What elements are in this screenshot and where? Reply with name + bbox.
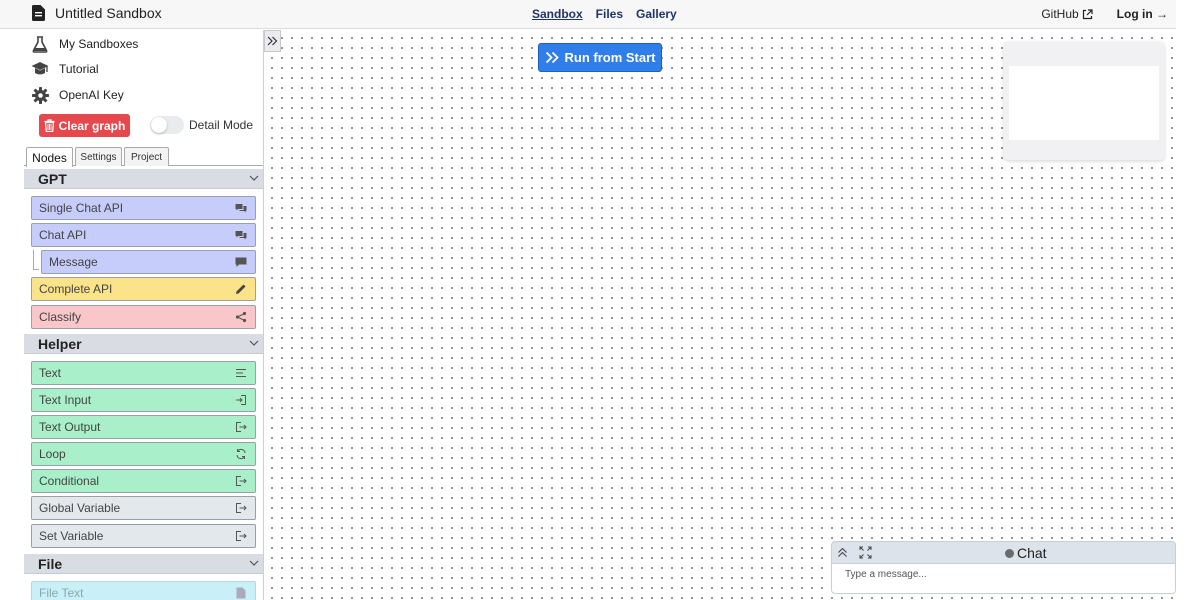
- pencil-icon: [235, 283, 247, 295]
- file-icon: [235, 587, 247, 599]
- node-label: Classify: [39, 310, 82, 324]
- menu-tutorial[interactable]: Tutorial: [31, 60, 99, 78]
- trash-icon: [44, 119, 55, 132]
- header-right: GitHub Log in →: [1041, 7, 1168, 21]
- menu-my-sandboxes[interactable]: My Sandboxes: [31, 35, 138, 53]
- sign-out-icon: [235, 530, 247, 542]
- minimap[interactable]: [1004, 42, 1164, 160]
- sidebar-tabs: Nodes Settings Project: [24, 146, 263, 167]
- node-complete-api[interactable]: Complete API: [31, 277, 256, 301]
- section-file[interactable]: File: [24, 554, 263, 574]
- toggle-knob: [151, 117, 167, 133]
- nav-sandbox[interactable]: Sandbox: [532, 7, 583, 21]
- chat-message-input[interactable]: Type a message...: [831, 563, 1176, 594]
- node-label: Complete API: [39, 282, 113, 296]
- app-title-area: Untitled Sandbox: [32, 5, 162, 21]
- clear-graph-label: Clear graph: [58, 118, 126, 133]
- tab-project[interactable]: Project: [124, 147, 169, 166]
- login-link[interactable]: Log in →: [1117, 7, 1168, 21]
- node-label: Text Output: [39, 420, 101, 434]
- top-header: Untitled Sandbox Sandbox Files Gallery G…: [0, 0, 1176, 29]
- menu-label: OpenAI Key: [59, 88, 124, 102]
- run-from-start-button[interactable]: Run from Start: [538, 43, 662, 72]
- chevron-down-icon: [249, 340, 259, 346]
- sign-out-icon: [235, 421, 247, 433]
- sandbox-title[interactable]: Untitled Sandbox: [55, 5, 162, 21]
- node-global-variable[interactable]: Global Variable: [31, 496, 256, 520]
- chat-bubbles-icon: [235, 202, 247, 214]
- menu-label: My Sandboxes: [59, 37, 139, 51]
- node-label: Conditional: [39, 474, 100, 488]
- main-nav: Sandbox Files Gallery: [532, 7, 677, 21]
- node-label: File Text: [39, 586, 84, 600]
- section-gpt[interactable]: GPT: [24, 169, 263, 189]
- chat-bubbles-icon: [235, 229, 247, 241]
- double-chevron-right-icon: [267, 36, 278, 46]
- menu-openai-key[interactable]: OpenAI Key: [31, 86, 124, 104]
- node-label: Set Variable: [39, 529, 104, 543]
- node-label: Global Variable: [39, 501, 121, 515]
- node-conditional[interactable]: Conditional: [31, 469, 256, 493]
- node-label: Single Chat API: [39, 201, 124, 215]
- menu-label: Tutorial: [59, 62, 99, 76]
- refresh-icon: [235, 448, 247, 460]
- section-title: GPT: [38, 170, 67, 187]
- sign-in-icon: [235, 394, 247, 406]
- external-link-icon: [1082, 8, 1093, 19]
- nav-files[interactable]: Files: [596, 7, 623, 21]
- minimap-viewport: [1009, 66, 1159, 140]
- node-label: Chat API: [39, 228, 87, 242]
- message-bubble-icon: [235, 256, 247, 268]
- graph-canvas[interactable]: Run from Start: [264, 30, 1176, 600]
- flask-icon: [31, 35, 49, 53]
- collapse-sidebar-button[interactable]: [264, 30, 281, 52]
- node-chat-api[interactable]: Chat API: [31, 223, 256, 247]
- node-message[interactable]: Message: [41, 250, 256, 274]
- node-label: Message: [49, 255, 98, 269]
- node-classify[interactable]: Classify: [31, 305, 256, 329]
- chat-title-text: Chat: [1017, 545, 1047, 561]
- node-single-chat-api[interactable]: Single Chat API: [31, 196, 256, 220]
- node-text-output[interactable]: Text Output: [31, 415, 256, 439]
- sidebar: My Sandboxes Tutorial OpenAI Key Clear g…: [24, 30, 264, 600]
- share-icon: [235, 311, 247, 323]
- tree-connector: [33, 250, 39, 270]
- detail-mode-toggle[interactable]: [150, 116, 184, 134]
- section-helper[interactable]: Helper: [24, 334, 263, 354]
- sign-out-icon: [235, 475, 247, 487]
- expand-icon[interactable]: [858, 545, 873, 560]
- node-label: Loop: [39, 447, 66, 461]
- double-chevron-right-icon: [545, 51, 559, 64]
- section-title: File: [38, 555, 63, 572]
- node-text-input[interactable]: Text Input: [31, 388, 256, 412]
- tab-settings[interactable]: Settings: [75, 147, 122, 166]
- node-loop[interactable]: Loop: [31, 442, 256, 466]
- node-set-variable[interactable]: Set Variable: [31, 524, 256, 548]
- detail-mode-label: Detail Mode: [189, 118, 254, 132]
- status-dot-icon: [1005, 548, 1014, 558]
- sign-out-icon: [235, 502, 247, 514]
- chevron-down-icon: [249, 560, 259, 566]
- document-icon: [32, 5, 45, 21]
- gear-icon: [31, 86, 49, 104]
- tab-nodes[interactable]: Nodes: [26, 147, 73, 167]
- node-text[interactable]: Text: [31, 361, 256, 385]
- chat-header: Chat: [831, 541, 1176, 563]
- section-title: Helper: [38, 335, 82, 352]
- run-label: Run from Start: [564, 50, 656, 65]
- detail-mode-control: Detail Mode: [150, 116, 253, 134]
- clear-graph-button[interactable]: Clear graph: [39, 114, 130, 137]
- chat-title[interactable]: Chat: [1005, 545, 1047, 561]
- graduation-cap-icon: [31, 60, 49, 78]
- nav-gallery[interactable]: Gallery: [636, 7, 677, 21]
- github-label: GitHub: [1041, 7, 1079, 21]
- node-label: Text: [39, 366, 62, 380]
- node-file-text[interactable]: File Text: [31, 581, 256, 600]
- chevron-down-icon: [249, 175, 259, 181]
- chevron-double-up-icon[interactable]: [835, 545, 850, 560]
- node-label: Text Input: [39, 393, 92, 407]
- align-left-icon: [235, 367, 247, 379]
- github-link[interactable]: GitHub: [1041, 7, 1093, 21]
